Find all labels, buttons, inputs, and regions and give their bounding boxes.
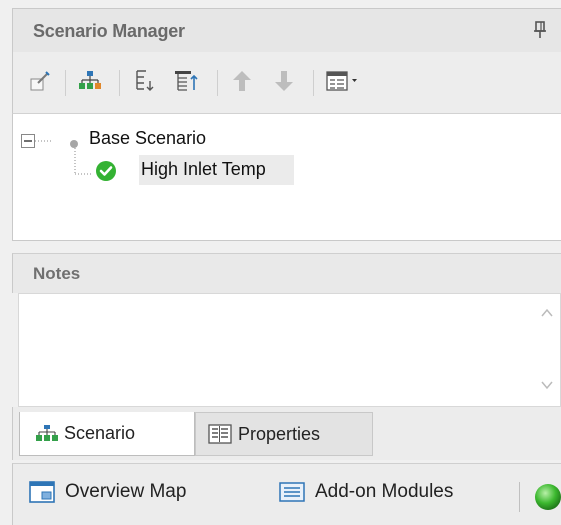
bottom-toolbar: Overview Map Add-on Modules	[12, 463, 561, 525]
check-circle-icon	[95, 160, 117, 187]
tree-node-high-inlet-temp[interactable]: High Inlet Temp	[141, 159, 266, 180]
view-options-icon[interactable]	[323, 66, 367, 96]
pin-icon[interactable]	[533, 20, 547, 40]
collapse-toggle-icon[interactable]	[21, 134, 35, 153]
tab-scenario[interactable]: Scenario	[19, 412, 195, 456]
notes-title: Notes	[33, 264, 81, 283]
scenario-tree-icon	[36, 424, 58, 444]
scenario-tree: Base Scenario High Inlet Temp	[12, 114, 561, 241]
move-up-icon[interactable]	[227, 66, 257, 96]
scenario-manager-panel: Scenario Manager Base Scenario High Inle…	[12, 0, 561, 525]
tree-node-base-scenario[interactable]: Base Scenario	[89, 128, 206, 149]
notes-textarea[interactable]	[18, 293, 561, 407]
panel-title: Scenario Manager	[33, 21, 185, 41]
tab-properties-label: Properties	[238, 423, 321, 444]
scroll-down-icon[interactable]	[540, 378, 554, 392]
overview-map-label: Overview Map	[65, 481, 187, 502]
move-down-icon[interactable]	[269, 66, 299, 96]
add-on-modules-button[interactable]: Add-on Modules	[279, 480, 453, 504]
scenario-toolbar	[12, 52, 561, 114]
map-window-icon	[29, 480, 55, 504]
expand-tree-icon[interactable]	[171, 66, 201, 96]
properties-grid-icon	[208, 424, 232, 444]
panel-titlebar: Scenario Manager	[12, 8, 561, 52]
scroll-up-icon[interactable]	[540, 306, 554, 320]
notes-header: Notes	[12, 253, 561, 293]
collapse-tree-icon[interactable]	[129, 66, 159, 96]
overview-map-button[interactable]: Overview Map	[29, 480, 186, 504]
status-indicator-icon[interactable]	[533, 482, 561, 517]
tab-properties[interactable]: Properties	[195, 412, 373, 456]
modules-list-icon	[279, 480, 305, 504]
add-on-modules-label: Add-on Modules	[315, 481, 454, 502]
panel-tabstrip: Scenario Properties	[12, 407, 561, 460]
tab-scenario-label: Scenario	[64, 423, 136, 443]
new-scenario-icon[interactable]	[25, 66, 55, 96]
scenario-dot-icon	[69, 136, 79, 154]
tree-connectors	[35, 140, 91, 175]
scenario-tree-icon[interactable]	[75, 66, 105, 96]
